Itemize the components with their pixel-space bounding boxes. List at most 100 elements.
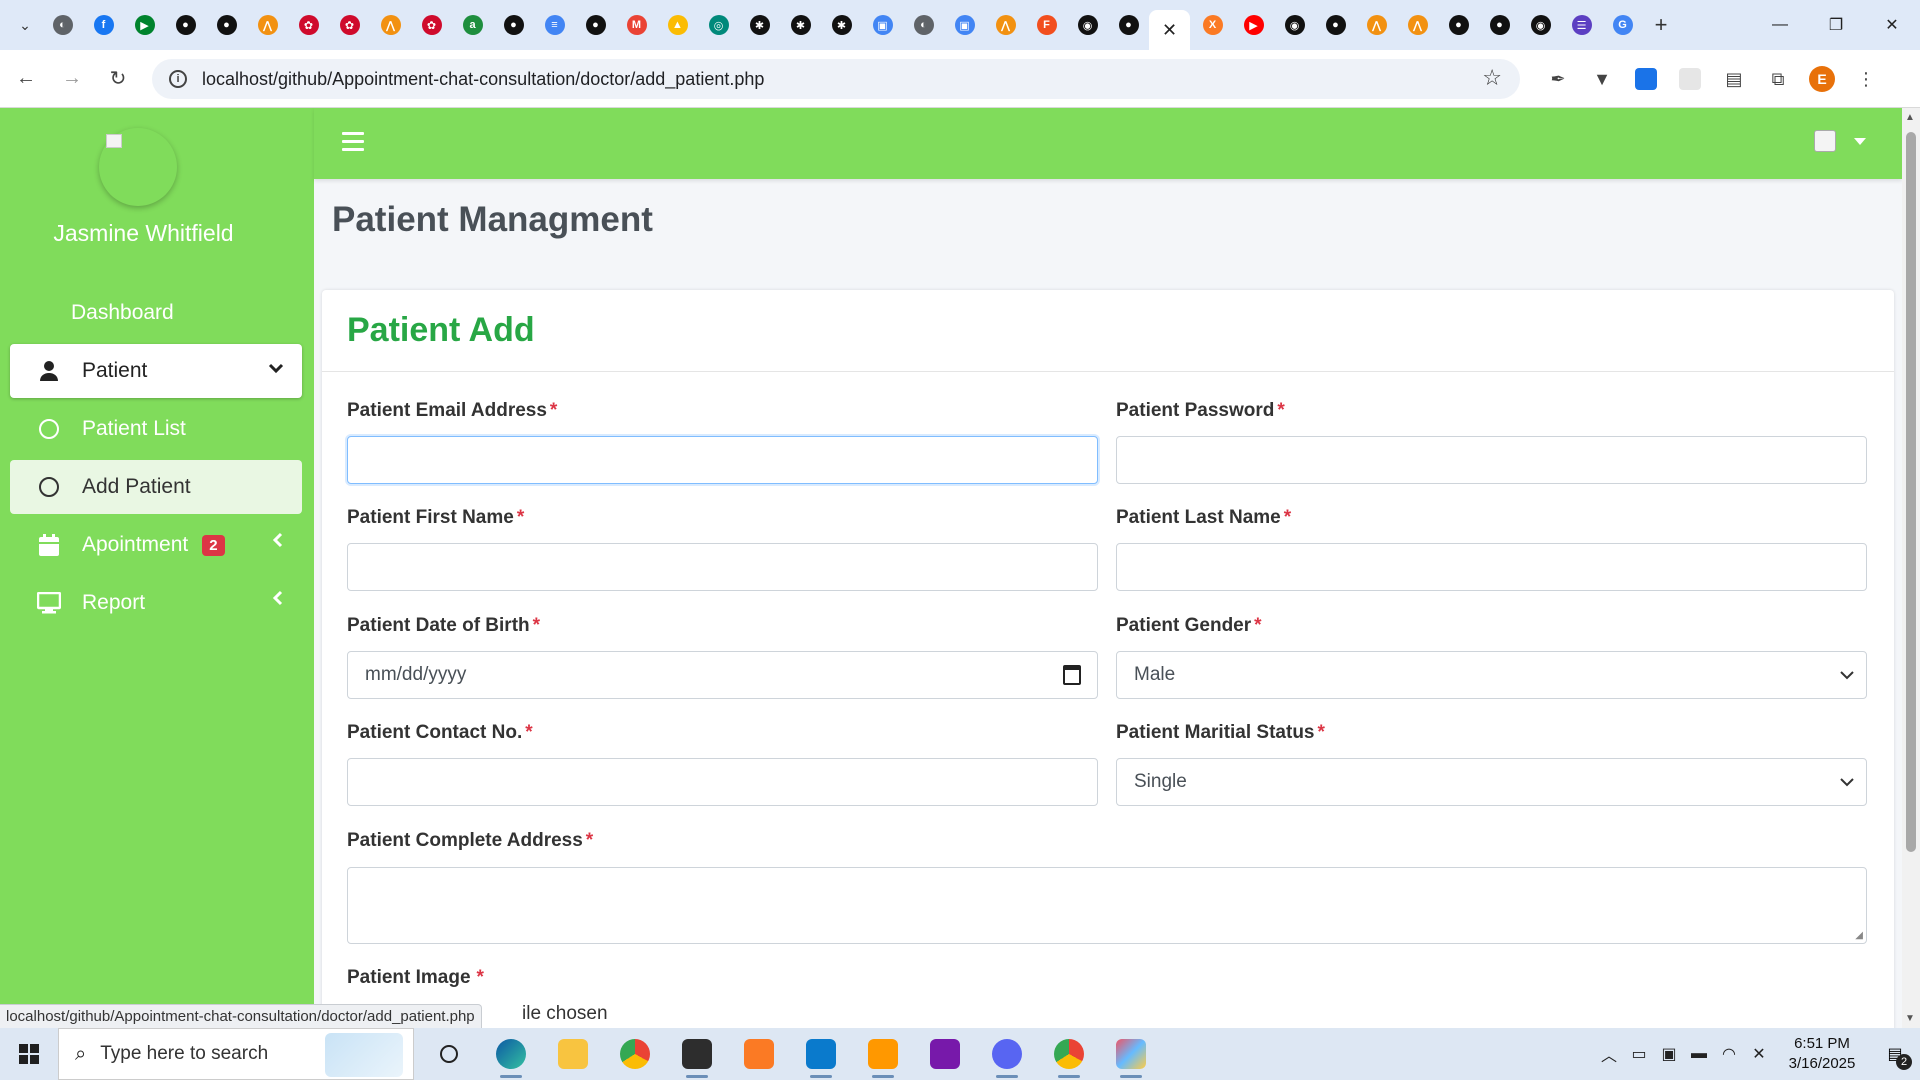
forward-icon[interactable]: → [52,59,92,99]
tab-globe[interactable]: ◐ [42,7,83,43]
gender-select[interactable]: Male [1116,651,1867,699]
password-field[interactable] [1116,436,1867,484]
tab-pma[interactable]: ⋀ [1356,7,1397,43]
tab-gmail[interactable]: M [616,7,657,43]
sublime-icon[interactable] [852,1028,914,1080]
back-icon[interactable]: ← [6,59,46,99]
chrome-icon[interactable] [604,1028,666,1080]
sidebar-item-apointment[interactable]: Apointment 2 [10,518,302,572]
battery-icon[interactable]: ▬ [1684,1045,1714,1063]
taskbar-search[interactable]: ⌕ Type here to search [58,1028,414,1080]
sidebar-item-patient[interactable]: Patient [10,344,302,398]
tab-chatgpt[interactable]: ● [1108,7,1149,43]
tab-drive[interactable]: ▲ [657,7,698,43]
sidebar-item-report[interactable]: Report [10,576,302,630]
tab-chatgpt[interactable]: ● [1438,7,1479,43]
blank-extension-icon[interactable] [1668,59,1712,99]
file-explorer-icon[interactable] [542,1028,604,1080]
user-dropdown[interactable] [1814,130,1866,152]
edge-icon[interactable] [480,1028,542,1080]
close-window-icon[interactable]: ✕ [1864,0,1920,50]
profile-avatar[interactable]: E [1800,59,1844,99]
display-icon[interactable]: ▣ [1654,1044,1684,1064]
reload-icon[interactable]: ↻ [98,59,138,99]
tab-github[interactable]: ◉ [1274,7,1315,43]
new-tab-button[interactable]: + [1643,7,1679,43]
tab-meet[interactable]: ▶ [124,7,165,43]
start-button[interactable] [0,1028,58,1080]
tab-openai[interactable]: ✱ [739,7,780,43]
eyedropper-extension-icon[interactable]: ✒ [1536,59,1580,99]
tab-huawei[interactable]: ✿ [411,7,452,43]
tab-pma[interactable]: ⋀ [370,7,411,43]
tab-globe[interactable]: ◐ [903,7,944,43]
task-view-icon[interactable] [418,1028,480,1080]
tab-list[interactable]: ☰ [1561,7,1602,43]
sidebar-item-dashboard[interactable]: Dashboard [10,286,302,340]
chevron-up-icon[interactable]: ︿ [1594,1042,1624,1066]
last-name-field[interactable] [1116,543,1867,591]
page-scrollbar[interactable]: ▲ ▼ [1902,108,1920,1028]
tab-openai[interactable]: ✱ [780,7,821,43]
tab-pma[interactable]: ⋀ [247,7,288,43]
tab-xampp[interactable]: X [1192,7,1233,43]
device-icon[interactable]: ▭ [1624,1044,1654,1064]
wifi-icon[interactable]: ◠ [1714,1044,1744,1064]
tab-pma[interactable]: ⋀ [985,7,1026,43]
puzzle-extensions-icon[interactable]: ⧉ [1756,59,1800,99]
first-name-field[interactable] [347,543,1098,591]
tab-search[interactable]: ◎ [698,7,739,43]
tab-pma[interactable]: ⋀ [1397,7,1438,43]
sticky-notes-icon[interactable] [666,1028,728,1080]
hamburger-menu-icon[interactable] [342,132,364,156]
calendar-picker-icon[interactable] [1063,665,1081,685]
sidebar-item-add-patient[interactable]: Add Patient [10,460,302,514]
close-tab-icon[interactable]: ✕ [1162,20,1177,41]
tab-aa[interactable]: a [452,7,493,43]
url-text[interactable]: localhost/github/Appointment-chat-consul… [202,69,764,90]
tab-chatgpt[interactable]: ● [575,7,616,43]
chrome-profile-icon[interactable] [1038,1028,1100,1080]
address-bar[interactable]: i localhost/github/Appointment-chat-cons… [152,59,1520,99]
site-info-icon[interactable]: i [158,70,198,88]
notification-center-icon[interactable]: ▤ 2 [1870,1028,1920,1080]
tab-github[interactable]: ◉ [1520,7,1561,43]
tab-google[interactable]: G [1602,7,1643,43]
browser-menu-icon[interactable]: ⋮ [1844,59,1888,99]
discord-icon[interactable] [976,1028,1038,1080]
vscode-icon[interactable] [790,1028,852,1080]
tab-chatgpt[interactable]: ● [206,7,247,43]
restore-icon[interactable]: ❐ [1808,0,1864,50]
git-app-icon[interactable] [1100,1028,1162,1080]
scroll-up-icon[interactable]: ▲ [1905,112,1915,123]
contact-field[interactable] [347,758,1098,806]
volume-muted-icon[interactable]: ✕ [1744,1044,1774,1064]
onenote-icon[interactable] [914,1028,976,1080]
fi-extension-icon[interactable] [1624,59,1668,99]
tab-calendar[interactable]: ▣ [944,7,985,43]
bookmark-star-icon[interactable]: ☆ [1482,65,1502,91]
minimize-icon[interactable]: — [1752,0,1808,50]
reader-extension-icon[interactable]: ▤ [1712,59,1756,99]
dob-field[interactable]: mm/dd/yyyy [347,651,1098,699]
tab-search-chevron-icon[interactable]: ⌄ [10,10,40,40]
tab-figma[interactable]: F [1026,7,1067,43]
tab-huawei[interactable]: ✿ [288,7,329,43]
tab-openai[interactable]: ✱ [821,7,862,43]
tab-chatgpt[interactable]: ● [1479,7,1520,43]
tab-huawei[interactable]: ✿ [329,7,370,43]
resize-handle-icon[interactable]: ◢ [1855,930,1863,941]
email-field[interactable] [347,436,1098,484]
tab-facebook[interactable]: f [83,7,124,43]
tab-docs[interactable]: ≡ [534,7,575,43]
address-textarea[interactable]: ◢ [347,867,1867,944]
sidebar-item-patient-list[interactable]: Patient List [10,402,302,456]
scrollbar-thumb[interactable] [1906,132,1916,852]
xampp-icon[interactable] [728,1028,790,1080]
clock[interactable]: 6:51 PM 3/16/2025 [1774,1034,1870,1074]
tab-youtube[interactable]: ▶ [1233,7,1274,43]
marital-select[interactable]: Single [1116,758,1867,806]
tab-chatgpt[interactable]: ● [165,7,206,43]
tab-calendar[interactable]: ▣ [862,7,903,43]
tab-chatgpt[interactable]: ● [1315,7,1356,43]
